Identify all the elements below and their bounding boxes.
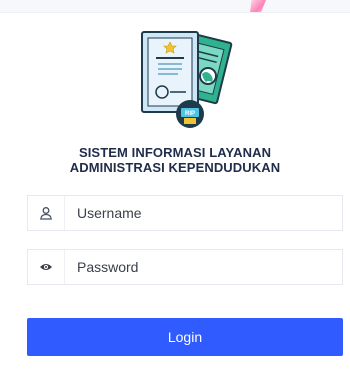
certificate-documents-icon: RIP	[141, 31, 233, 128]
login-page: RIP SISTEM INFORMASI LAYANAN ADMINISTRAS…	[0, 0, 350, 378]
username-field[interactable]	[27, 195, 343, 231]
app-logo: RIP	[128, 24, 242, 132]
user-icon	[28, 196, 65, 230]
title-line-2: ADMINISTRASI KEPENDUDUKAN	[69, 160, 281, 175]
top-bar	[0, 0, 350, 13]
logo-badge-text: RIP	[185, 111, 195, 117]
username-input[interactable]	[65, 197, 342, 229]
title-line-1: SISTEM INFORMASI LAYANAN	[78, 145, 272, 160]
app-title: SISTEM INFORMASI LAYANAN ADMINISTRASI KE…	[0, 145, 350, 175]
login-button[interactable]: Login	[27, 318, 343, 356]
eye-icon[interactable]	[28, 250, 65, 284]
password-input[interactable]	[65, 251, 342, 283]
password-field[interactable]	[27, 249, 343, 285]
